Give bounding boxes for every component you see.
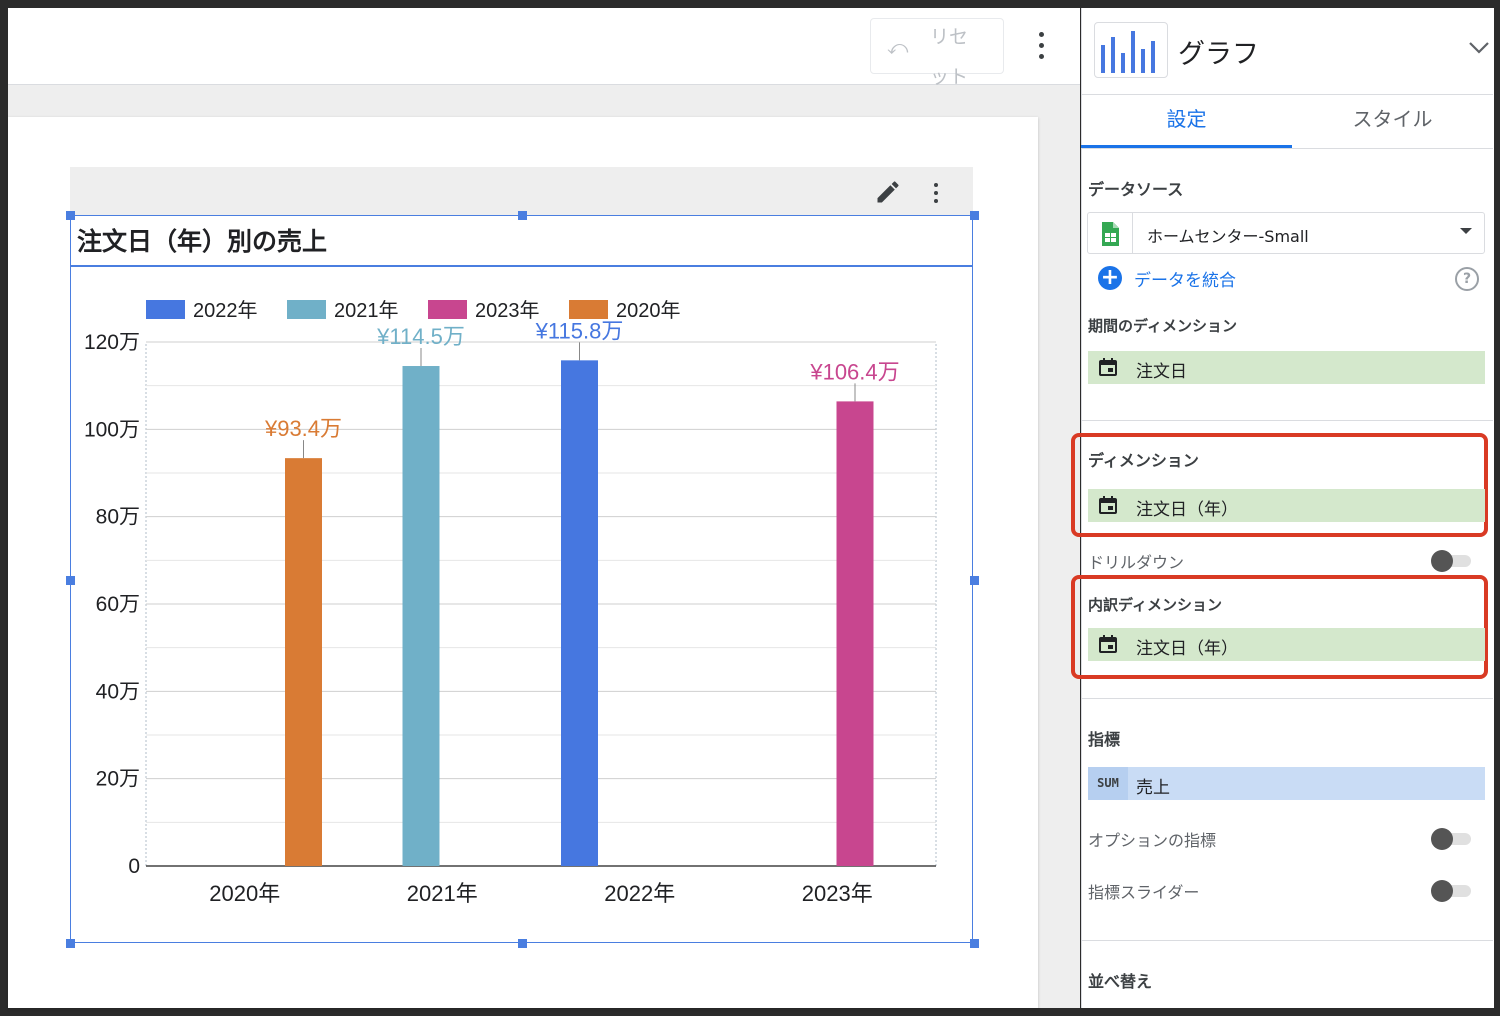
calendar-icon bbox=[1098, 634, 1118, 654]
data-label: ¥114.5万 bbox=[376, 324, 465, 349]
optional-metrics-label: オプションの指標 bbox=[1088, 831, 1217, 850]
calendar-icon bbox=[1098, 495, 1118, 515]
metric-value: 売上 bbox=[1136, 778, 1170, 798]
add-circle-icon[interactable]: + bbox=[1098, 266, 1122, 290]
undo-icon: ⤺ bbox=[887, 35, 909, 59]
sheets-icon bbox=[1087, 212, 1133, 254]
y-tick-label: 100万 bbox=[84, 418, 140, 441]
more-vert-icon[interactable] bbox=[1028, 26, 1056, 66]
data-label: ¥106.4万 bbox=[809, 359, 899, 384]
tab-style[interactable]: スタイル bbox=[1292, 96, 1493, 148]
data-label: ¥115.8万 bbox=[535, 318, 624, 343]
tab-setup[interactable]: 設定 bbox=[1081, 96, 1292, 148]
dimension-title: ディメンション bbox=[1088, 451, 1199, 470]
title-divider bbox=[70, 265, 973, 267]
metric-slider-label: 指標スライダー bbox=[1088, 883, 1200, 902]
x-tick-label: 2020年 bbox=[209, 881, 280, 906]
dropdown-caret-icon[interactable] bbox=[1460, 228, 1472, 234]
bar-chart: 0 20万 40万 60万 80万 100万 120万 2020年 2021年 2022年 2023… bbox=[84, 299, 937, 906]
resize-handle-bl[interactable] bbox=[66, 939, 75, 948]
drilldown-label: ドリルダウン bbox=[1088, 553, 1185, 572]
chart-more-icon[interactable] bbox=[924, 180, 948, 206]
metric-chip[interactable]: SUM 売上 bbox=[1088, 767, 1485, 800]
y-tick-label: 60万 bbox=[96, 593, 140, 616]
date-range-dimension-chip[interactable]: 注文日 bbox=[1088, 351, 1485, 384]
resize-handle-tr[interactable] bbox=[970, 211, 979, 220]
data-source-value: ホームセンター-Small bbox=[1147, 227, 1309, 246]
dimension-chip[interactable]: 注文日（年） bbox=[1088, 489, 1485, 522]
y-tick-label: 20万 bbox=[96, 768, 140, 791]
breakdown-highlight-box bbox=[1071, 575, 1488, 679]
legend-swatch bbox=[428, 300, 467, 319]
x-tick-label: 2021年 bbox=[407, 881, 478, 906]
metric-aggregation: SUM bbox=[1088, 767, 1128, 800]
bar-2023年 bbox=[836, 401, 874, 866]
bar-2022年 bbox=[561, 360, 598, 866]
resize-handle-tl[interactable] bbox=[66, 211, 75, 220]
y-tick-label: 0 bbox=[128, 855, 140, 878]
date-range-dimension-title: 期間のディメンション bbox=[1088, 317, 1237, 335]
chevron-down-icon[interactable] bbox=[1468, 40, 1490, 59]
x-tick-label: 2022年 bbox=[604, 881, 675, 906]
legend-swatch bbox=[146, 300, 185, 319]
metric-slider-toggle[interactable] bbox=[1431, 880, 1473, 902]
y-tick-label: 40万 bbox=[96, 680, 140, 703]
legend-label: 2020年 bbox=[616, 299, 681, 322]
chart-title: 注文日（年）別の売上 bbox=[77, 227, 328, 256]
chart-header-bar bbox=[70, 167, 973, 215]
metric-title: 指標 bbox=[1088, 730, 1121, 749]
bar-2021年 bbox=[402, 366, 440, 866]
data-label: ¥93.4万 bbox=[264, 416, 342, 441]
breakdown-dimension-title: 内訳ディメンション bbox=[1088, 596, 1222, 614]
dimension-value: 注文日（年） bbox=[1136, 500, 1238, 520]
help-icon[interactable]: ? bbox=[1455, 267, 1479, 291]
resize-handle-b[interactable] bbox=[518, 939, 527, 948]
x-tick-label: 2023年 bbox=[802, 881, 873, 906]
bar-2020年 bbox=[285, 458, 322, 866]
y-tick-label: 80万 bbox=[96, 506, 140, 529]
resize-handle-r[interactable] bbox=[970, 576, 979, 585]
legend-label: 2023年 bbox=[475, 299, 540, 322]
data-source-title: データソース bbox=[1088, 180, 1184, 199]
reset-button[interactable]: ⤺ リセット bbox=[870, 18, 1004, 88]
legend-swatch bbox=[569, 300, 608, 319]
resize-handle-t[interactable] bbox=[518, 211, 527, 220]
breakdown-dimension-value: 注文日（年） bbox=[1136, 639, 1238, 659]
blend-data-link[interactable]: データを統合 bbox=[1134, 266, 1236, 291]
edit-icon[interactable] bbox=[874, 178, 902, 206]
legend-label: 2021年 bbox=[334, 299, 399, 322]
optional-metrics-toggle[interactable] bbox=[1431, 828, 1473, 850]
sort-title: 並べ替え bbox=[1088, 972, 1153, 991]
chart-type-label: グラフ bbox=[1178, 39, 1259, 70]
breakdown-dimension-chip[interactable]: 注文日（年） bbox=[1088, 628, 1485, 661]
legend-label: 2022年 bbox=[193, 299, 258, 322]
legend-swatch bbox=[287, 300, 326, 319]
calendar-icon bbox=[1098, 357, 1118, 377]
y-tick-label: 120万 bbox=[84, 331, 140, 354]
date-range-dimension-value: 注文日 bbox=[1136, 362, 1187, 382]
bar-chart-icon[interactable] bbox=[1094, 22, 1168, 78]
resize-handle-br[interactable] bbox=[970, 939, 979, 948]
drilldown-toggle[interactable] bbox=[1431, 550, 1473, 572]
